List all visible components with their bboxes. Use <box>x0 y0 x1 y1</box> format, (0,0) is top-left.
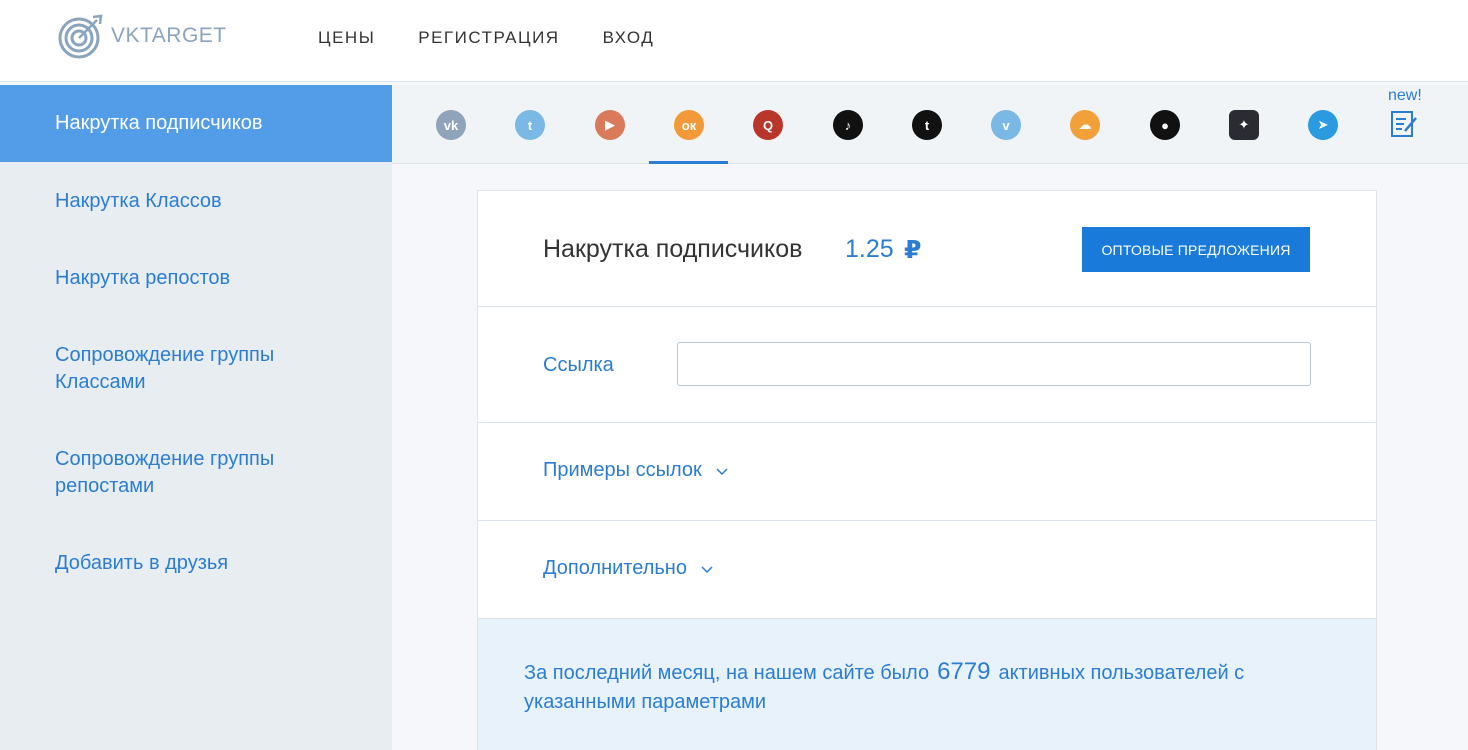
vk-icon[interactable]: vk <box>436 110 466 140</box>
document-edit-icon[interactable] <box>1389 109 1419 139</box>
price-value: 1.25 <box>845 235 894 263</box>
vimeo-icon[interactable]: v <box>991 110 1021 140</box>
examples-row: Примеры ссылок <box>478 423 1376 521</box>
nav-login[interactable]: ВХОД <box>603 28 655 48</box>
zen-icon[interactable]: ✦ <box>1229 110 1259 140</box>
top-header: VKTARGET ЦЕНЫ РЕГИСТРАЦИЯ ВХОД <box>0 0 1468 82</box>
top-nav: ЦЕНЫ РЕГИСТРАЦИЯ ВХОД <box>318 28 697 48</box>
sidebar-item-group-reposts[interactable]: Сопровождение группы репостами <box>55 446 355 500</box>
active-users-count: 6779 <box>937 658 991 685</box>
order-panel: Накрутка подписчиков 1.25 ₽ ОПТОВЫЕ ПРЕД… <box>477 190 1377 750</box>
sidebar-item-likes[interactable]: Накрутка Классов <box>55 188 355 215</box>
info-text-before: За последний месяц, на нашем сайте было <box>524 662 930 684</box>
telegram-icon[interactable]: ➤ <box>1308 110 1338 140</box>
logo-text: VKTARGET <box>111 24 227 47</box>
tumblr-icon[interactable]: t <box>912 110 942 140</box>
sidebar: Накрутка подписчиков Накрутка Классов На… <box>0 85 392 750</box>
quora-icon[interactable]: Q <box>753 110 783 140</box>
twitter-icon[interactable]: t <box>515 110 545 140</box>
page-title: Накрутка подписчиков <box>543 235 803 263</box>
link-row: Ссылка <box>478 307 1376 423</box>
link-input[interactable] <box>677 342 1311 386</box>
wholesale-offers-button[interactable]: ОПТОВЫЕ ПРЕДЛОЖЕНИЯ <box>1082 227 1310 272</box>
additional-label: Дополнительно <box>543 557 687 579</box>
sidebar-item-add-friends[interactable]: Добавить в друзья <box>55 550 355 577</box>
chevron-down-icon <box>716 467 728 475</box>
reddit-icon[interactable]: ● <box>1150 110 1180 140</box>
nav-registration[interactable]: РЕГИСТРАЦИЯ <box>418 28 559 48</box>
youtube-icon[interactable]: ▶ <box>595 110 625 140</box>
examples-label: Примеры ссылок <box>543 459 702 481</box>
link-label: Ссылка <box>543 354 614 376</box>
tiktok-icon[interactable]: ♪ <box>833 110 863 140</box>
active-tab-indicator <box>649 161 728 164</box>
sidebar-item-subscribers[interactable]: Накрутка подписчиков <box>0 85 392 162</box>
panel-header: Накрутка подписчиков 1.25 ₽ ОПТОВЫЕ ПРЕД… <box>478 191 1376 307</box>
sidebar-item-group-likes[interactable]: Сопровождение группы Классами <box>55 342 355 396</box>
odnoklassniki-icon[interactable]: ок <box>674 110 704 140</box>
soundcloud-icon[interactable]: ☁ <box>1070 110 1100 140</box>
logo[interactable]: VKTARGET <box>57 11 227 61</box>
currency-symbol: ₽ <box>904 236 922 264</box>
nav-prices[interactable]: ЦЕНЫ <box>318 28 375 48</box>
chevron-down-icon <box>701 565 713 573</box>
info-text: За последний месяц, на нашем сайте было 6… <box>524 657 1324 717</box>
social-network-bar: vk t ▶ ок Q ♪ t v ☁ ● ✦ ➤ new! <box>392 85 1468 164</box>
active-users-info: За последний месяц, на нашем сайте было 6… <box>478 619 1376 750</box>
additional-row: Дополнительно <box>478 521 1376 619</box>
examples-toggle[interactable]: Примеры ссылок <box>543 459 728 482</box>
target-logo-icon <box>58 14 103 59</box>
new-badge: new! <box>1388 87 1422 104</box>
sidebar-item-reposts[interactable]: Накрутка репостов <box>55 265 355 292</box>
additional-toggle[interactable]: Дополнительно <box>543 557 713 580</box>
